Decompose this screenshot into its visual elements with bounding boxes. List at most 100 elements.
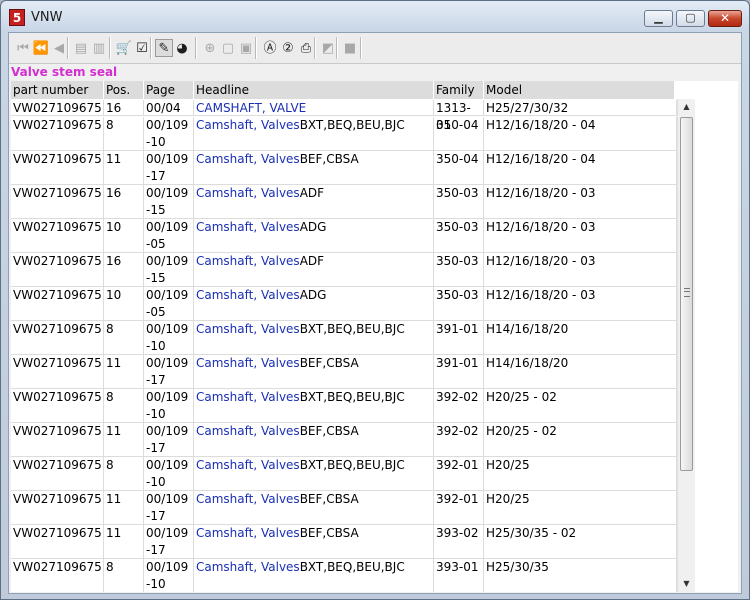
cell-pos: 11 bbox=[104, 525, 144, 559]
table-row[interactable]: VW027109675 8 00/109-10 Camshaft, ValvesBXT… bbox=[11, 558, 677, 592]
pen-tool-icon[interactable]: ✎ bbox=[155, 39, 173, 57]
headline-link[interactable]: Camshaft, Valves bbox=[196, 390, 300, 404]
toolbar-separator bbox=[109, 37, 111, 59]
cell-page: 00/109-10 bbox=[144, 559, 194, 592]
forward-document-icon[interactable]: ▥ bbox=[90, 39, 108, 57]
cell-headline: Camshaft, ValvesBEF,CBSA bbox=[194, 423, 434, 457]
cell-page: 00/109-10 bbox=[144, 457, 194, 491]
page-icon[interactable]: ▢ bbox=[219, 39, 237, 57]
cell-pos: 16 bbox=[104, 100, 144, 116]
column-header-page[interactable]: Page bbox=[144, 81, 194, 99]
cell-family: 392-02 bbox=[434, 389, 484, 423]
cell-family: 392-01 bbox=[434, 457, 484, 491]
table-row[interactable]: VW027109675 11 00/109-17 Camshaft, ValvesBE… bbox=[11, 490, 677, 525]
headline-link[interactable]: Camshaft, Valves bbox=[196, 118, 300, 132]
cell-headline: Camshaft, ValvesADG bbox=[194, 219, 434, 253]
cell-family: 391-01 bbox=[434, 321, 484, 355]
table-row[interactable]: VW027109675 10 00/109-05 Camshaft, ValvesAD… bbox=[11, 218, 677, 253]
cell-model: H20/25 - 02 bbox=[484, 423, 677, 457]
headline-link[interactable]: Camshaft, Valves bbox=[196, 322, 300, 336]
cell-headline: Camshaft, ValvesBEF,CBSA bbox=[194, 151, 434, 185]
headline-link[interactable]: Camshaft, Valves bbox=[196, 492, 300, 506]
cell-family: 392-02 bbox=[434, 423, 484, 457]
headline-link[interactable]: Camshaft, Valves bbox=[196, 424, 300, 438]
previous-page-icon[interactable]: ⏪ bbox=[32, 39, 50, 57]
cell-page: 00/109-10 bbox=[144, 321, 194, 355]
column-header-pos[interactable]: Pos. bbox=[104, 81, 144, 99]
column-header-family[interactable]: Family bbox=[434, 81, 484, 99]
headline-link[interactable]: Camshaft, Valves bbox=[196, 254, 300, 268]
headline-link[interactable]: Camshaft, Valves bbox=[196, 152, 300, 166]
column-header-model[interactable]: Model bbox=[484, 81, 675, 99]
circle-a-icon[interactable]: Ⓐ bbox=[261, 39, 279, 57]
table-row[interactable]: VW027109675 11 00/109-17 Camshaft, ValvesBE… bbox=[11, 422, 677, 457]
headline-engine-codes: ADG bbox=[299, 288, 327, 302]
table-row[interactable]: VW027109675 11 00/109-17 Camshaft, ValvesBE… bbox=[11, 524, 677, 559]
cell-part-number: VW027109675 bbox=[11, 253, 104, 287]
eraser-icon[interactable]: ◩ bbox=[319, 39, 337, 57]
headline-engine-codes: ADG bbox=[299, 220, 327, 234]
maximize-button[interactable]: ▢ bbox=[676, 10, 705, 27]
cell-part-number: VW027109675 bbox=[11, 321, 104, 355]
table-row[interactable]: VW027109675 10 00/109-05 Camshaft, ValvesAD… bbox=[11, 286, 677, 321]
scroll-down-icon[interactable]: ▼ bbox=[678, 576, 695, 592]
globe-icon[interactable]: ◕ bbox=[173, 39, 191, 57]
headline-engine-codes: ADF bbox=[299, 254, 325, 268]
scroll-up-icon[interactable]: ▲ bbox=[678, 99, 695, 115]
cell-model: H14/16/18/20 bbox=[484, 355, 677, 389]
title-bar[interactable]: 5 VNW ▁ ▢ ✕ bbox=[1, 1, 749, 33]
cart-icon[interactable]: 🛒 bbox=[115, 39, 133, 57]
table-row[interactable]: VW027109675 16 00/04 CAMSHAFT, VALVE 1313-01… bbox=[11, 99, 677, 132]
headline-link[interactable]: Camshaft, Valves bbox=[196, 526, 300, 540]
headline-engine-codes: ADF bbox=[299, 186, 325, 200]
table-row[interactable]: VW027109675 11 00/109-17 Camshaft, ValvesBE… bbox=[11, 150, 677, 185]
headline-engine-codes: BXT,BEQ,BEU,BJC bbox=[299, 458, 405, 472]
cell-pos: 11 bbox=[104, 423, 144, 457]
minimize-button[interactable]: ▁ bbox=[644, 10, 673, 27]
column-header-headline[interactable]: Headline bbox=[194, 81, 434, 99]
page-alt-icon[interactable]: ▣ bbox=[237, 39, 255, 57]
table-row[interactable]: VW027109675 8 00/109-10 Camshaft, ValvesBXT… bbox=[11, 388, 677, 423]
table-row[interactable]: VW027109675 8 00/109-10 Camshaft, ValvesBXT… bbox=[11, 116, 677, 151]
headline-link[interactable]: Camshaft, Valves bbox=[196, 186, 300, 200]
headline-link[interactable]: Camshaft, Valves bbox=[196, 458, 300, 472]
headline-link[interactable]: CAMSHAFT, VALVE bbox=[196, 101, 306, 115]
print-icon[interactable]: ⎙ bbox=[297, 39, 315, 57]
close-button[interactable]: ✕ bbox=[708, 10, 742, 27]
table-row[interactable]: VW027109675 8 00/109-10 Camshaft, ValvesBXT… bbox=[11, 320, 677, 355]
column-header-part-number[interactable]: part number bbox=[11, 81, 104, 99]
zoom-icon[interactable]: ⊕ bbox=[201, 39, 219, 57]
cell-family: 393-02 bbox=[434, 525, 484, 559]
stop-icon[interactable]: ■ bbox=[341, 39, 359, 57]
headline-link[interactable]: Camshaft, Valves bbox=[196, 220, 300, 234]
cell-page: 00/109-15 bbox=[144, 185, 194, 219]
headline-link[interactable]: Camshaft, Valves bbox=[196, 288, 300, 302]
checklist-icon[interactable]: ☑ bbox=[133, 39, 151, 57]
vertical-scrollbar[interactable]: ▲ ▼ bbox=[677, 99, 695, 592]
first-record-icon[interactable]: ⏮ bbox=[14, 39, 32, 57]
cell-model: H12/16/18/20 - 03 bbox=[484, 219, 677, 253]
back-document-icon[interactable]: ▤ bbox=[72, 39, 90, 57]
table-row[interactable]: VW027109675 8 00/109-10 Camshaft, ValvesBXT… bbox=[11, 456, 677, 491]
cell-family: 350-03 bbox=[434, 219, 484, 253]
cell-page: 00/109-17 bbox=[144, 423, 194, 457]
cell-headline: Camshaft, ValvesADG bbox=[194, 287, 434, 321]
headline-link[interactable]: Camshaft, Valves bbox=[196, 356, 300, 370]
cell-page: 00/109-10 bbox=[144, 117, 194, 151]
table-row[interactable]: VW027109675 11 00/109-17 Camshaft, ValvesBE… bbox=[11, 354, 677, 389]
cell-pos: 8 bbox=[104, 321, 144, 355]
cell-model: H20/25 - 02 bbox=[484, 389, 677, 423]
circle-2-icon[interactable]: ② bbox=[279, 39, 297, 57]
headline-link[interactable]: Camshaft, Valves bbox=[196, 560, 300, 574]
cell-page: 00/109-17 bbox=[144, 491, 194, 525]
cell-page: 00/109-17 bbox=[144, 355, 194, 389]
scrollbar-thumb[interactable] bbox=[680, 117, 693, 471]
table-row[interactable]: VW027109675 16 00/109-15 Camshaft, ValvesAD… bbox=[11, 252, 677, 287]
table-row[interactable]: VW027109675 16 00/109-15 Camshaft, ValvesAD… bbox=[11, 184, 677, 219]
previous-record-icon[interactable]: ◀ bbox=[50, 39, 68, 57]
cell-pos: 16 bbox=[104, 185, 144, 219]
cell-headline: CAMSHAFT, VALVE bbox=[194, 100, 434, 116]
headline-engine-codes: BEF,CBSA bbox=[299, 152, 359, 166]
cell-family: 350-03 bbox=[434, 253, 484, 287]
cell-headline: Camshaft, ValvesBXT,BEQ,BEU,BJC bbox=[194, 117, 434, 151]
